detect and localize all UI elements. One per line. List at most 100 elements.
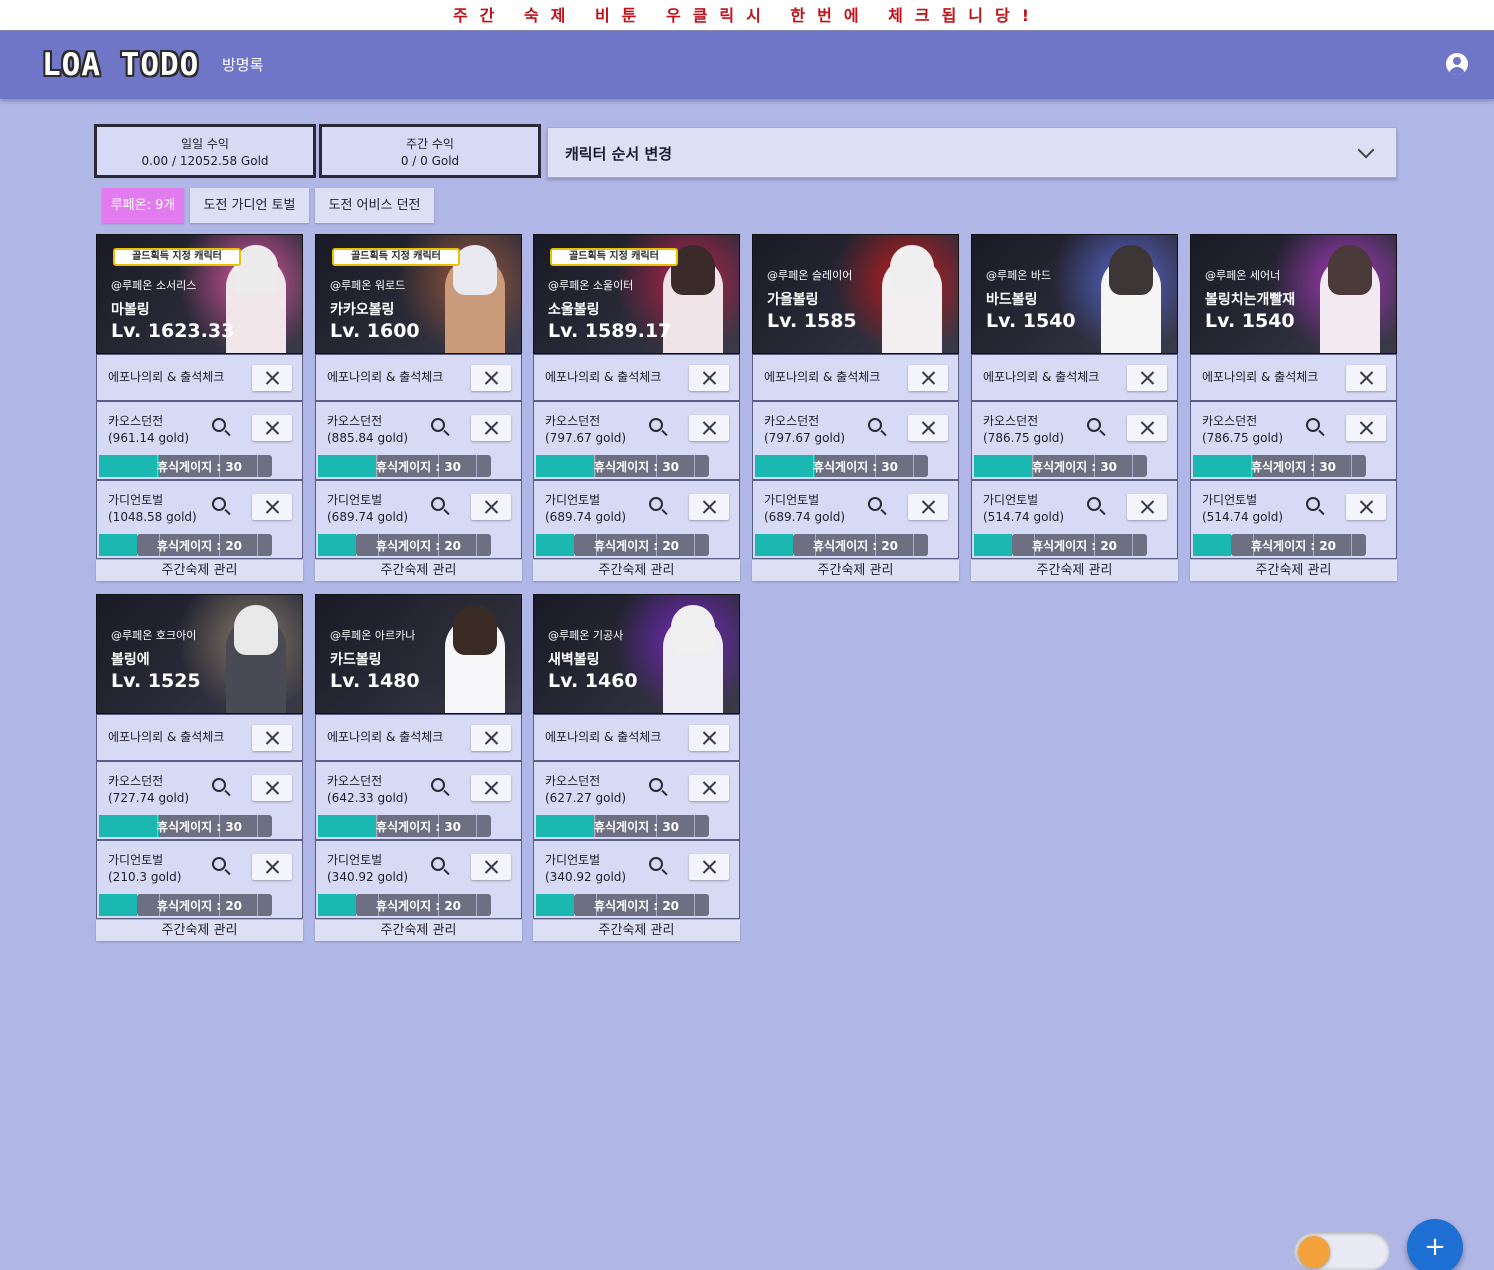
search-icon[interactable]	[1306, 497, 1320, 511]
close-icon[interactable]	[252, 725, 292, 751]
rest-gauge-label: 휴식게이지 : 20	[156, 539, 243, 553]
weekly-manage-button[interactable]: 주간숙제 관리	[752, 560, 959, 581]
search-icon[interactable]	[212, 857, 226, 871]
character-order-select[interactable]: 캐릭터 순서 변경	[547, 127, 1397, 178]
character-name: 카카오볼링	[330, 302, 395, 318]
character-hair	[453, 605, 497, 655]
close-icon[interactable]	[471, 494, 511, 520]
close-icon[interactable]	[908, 494, 948, 520]
search-icon[interactable]	[649, 418, 663, 432]
close-icon[interactable]	[252, 365, 292, 391]
challenge-guardian-button[interactable]: 도전 가디언 토벌	[190, 188, 309, 223]
close-icon[interactable]	[689, 494, 729, 520]
close-icon[interactable]	[689, 725, 729, 751]
search-icon[interactable]	[431, 418, 445, 432]
character-server: @루페온 기공사	[548, 629, 624, 642]
challenge-abyss-button[interactable]: 도전 어비스 던전	[315, 188, 434, 223]
guardian-task-label: 가디언토벌	[983, 493, 1039, 507]
close-icon[interactable]	[252, 415, 292, 441]
weekly-manage-button[interactable]: 주간숙제 관리	[971, 560, 1178, 581]
guardian-gold-value: (340.92 gold)	[545, 870, 627, 884]
chaos-gold-value: (627.27 gold)	[545, 791, 627, 805]
character-portrait: @루페온 기공사 새벽볼링 Lv. 1460	[533, 594, 740, 714]
guardian-task: 가디언토벌 (340.92 gold) 휴식게이지 : 20	[315, 840, 522, 919]
close-icon[interactable]	[471, 415, 511, 441]
search-icon[interactable]	[649, 778, 663, 792]
guardian-task-label: 가디언토벌	[545, 493, 601, 507]
add-fab-button[interactable]: +	[1407, 1219, 1463, 1270]
server-count-chip[interactable]: 루페온: 9개	[102, 188, 184, 223]
weekly-manage-button[interactable]: 주간숙제 관리	[96, 560, 303, 581]
close-icon[interactable]	[1346, 415, 1386, 441]
close-icon[interactable]	[471, 775, 511, 801]
search-icon[interactable]	[431, 497, 445, 511]
close-icon[interactable]	[252, 494, 292, 520]
close-icon[interactable]	[1346, 494, 1386, 520]
search-icon[interactable]	[868, 497, 882, 511]
epona-task: 에포나의뢰 & 출석체크	[315, 354, 522, 401]
close-icon[interactable]	[689, 854, 729, 880]
chaos-task-label: 카오스던전	[327, 774, 383, 788]
search-icon[interactable]	[431, 857, 445, 871]
character-portrait: @루페온 세어너 볼링치는개빨재 Lv. 1540	[1190, 234, 1397, 354]
character-server: @루페온 호크아이	[111, 629, 197, 642]
chaos-task-title: 카오스던전 (961.14 gold)	[108, 413, 189, 447]
close-icon[interactable]	[908, 415, 948, 441]
close-icon[interactable]	[471, 854, 511, 880]
search-icon[interactable]	[1087, 418, 1101, 432]
close-icon[interactable]	[1127, 415, 1167, 441]
character-name: 새벽볼링	[548, 652, 600, 668]
close-icon[interactable]	[689, 365, 729, 391]
weekly-manage-button[interactable]: 주간숙제 관리	[533, 920, 740, 941]
character-card: @루페온 바드 바드볼링 Lv. 1540 에포나의뢰 & 출석체크 카오스던전 (786…	[971, 234, 1178, 581]
search-icon[interactable]	[212, 497, 226, 511]
close-icon[interactable]	[689, 775, 729, 801]
close-icon[interactable]	[252, 854, 292, 880]
close-icon[interactable]	[252, 775, 292, 801]
close-icon[interactable]	[1127, 494, 1167, 520]
close-icon[interactable]	[471, 365, 511, 391]
character-name: 카드볼링	[330, 652, 382, 668]
close-icon[interactable]	[1346, 365, 1386, 391]
guestbook-link[interactable]: 방명록	[222, 54, 263, 75]
guardian-task: 가디언토벌 (689.74 gold) 휴식게이지 : 20	[752, 480, 959, 559]
rest-gauge-label: 휴식게이지 : 20	[1250, 539, 1337, 553]
close-icon[interactable]	[908, 365, 948, 391]
theme-toggle[interactable]	[1294, 1232, 1390, 1270]
app-logo[interactable]: LOA TODO	[42, 47, 199, 83]
search-icon[interactable]	[649, 857, 663, 871]
epona-task: 에포나의뢰 & 출석체크	[533, 354, 740, 401]
character-portrait: @루페온 바드 바드볼링 Lv. 1540	[971, 234, 1178, 354]
guardian-gold-value: (340.92 gold)	[327, 870, 409, 884]
epona-task-label: 에포나의뢰 & 출석체크	[983, 370, 1100, 384]
weekly-manage-button[interactable]: 주간숙제 관리	[1190, 560, 1397, 581]
guardian-task-title: 가디언토벌 (514.74 gold)	[983, 492, 1064, 526]
weekly-manage-button[interactable]: 주간숙제 관리	[533, 560, 740, 581]
chaos-task-title: 카오스던전 (642.33 gold)	[327, 773, 408, 807]
rest-gauge: 휴식게이지 : 20	[534, 532, 739, 558]
character-portrait: @루페온 호크아이 볼링에 Lv. 1525	[96, 594, 303, 714]
chaos-gold-value: (727.74 gold)	[108, 791, 190, 805]
weekly-manage-button[interactable]: 주간숙제 관리	[96, 920, 303, 941]
search-icon[interactable]	[431, 778, 445, 792]
gold-designated-badge: 골드획득 지정 캐릭터	[113, 248, 241, 266]
account-circle-icon[interactable]	[1446, 53, 1468, 75]
epona-task: 에포나의뢰 & 출석체크	[533, 714, 740, 761]
close-icon[interactable]	[689, 415, 729, 441]
chaos-task-title: 카오스던전 (786.75 gold)	[1202, 413, 1283, 447]
epona-task: 에포나의뢰 & 출석체크	[315, 714, 522, 761]
search-icon[interactable]	[212, 778, 226, 792]
weekly-manage-button[interactable]: 주간숙제 관리	[315, 920, 522, 941]
search-icon[interactable]	[649, 497, 663, 511]
character-card: @루페온 호크아이 볼링에 Lv. 1525 에포나의뢰 & 출석체크 카오스던전 (72…	[96, 594, 303, 941]
close-icon[interactable]	[1127, 365, 1167, 391]
epona-task: 에포나의뢰 & 출석체크	[752, 354, 959, 401]
search-icon[interactable]	[1306, 418, 1320, 432]
chaos-task: 카오스던전 (885.84 gold) 휴식게이지 : 30	[315, 401, 522, 480]
search-icon[interactable]	[868, 418, 882, 432]
search-icon[interactable]	[212, 418, 226, 432]
character-level: Lv. 1540	[1205, 310, 1295, 332]
close-icon[interactable]	[471, 725, 511, 751]
search-icon[interactable]	[1087, 497, 1101, 511]
weekly-manage-button[interactable]: 주간숙제 관리	[315, 560, 522, 581]
